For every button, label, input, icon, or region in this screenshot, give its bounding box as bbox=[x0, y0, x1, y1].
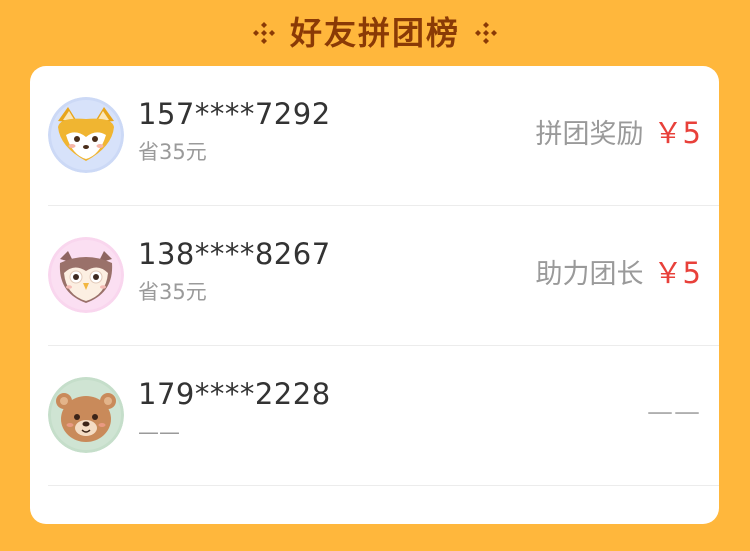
owl-avatar-icon bbox=[48, 237, 124, 313]
friend-phone: 138****8267 bbox=[138, 237, 331, 271]
reward-label: 拼团奖励 bbox=[535, 119, 644, 150]
reward-amount: ￥5 bbox=[653, 116, 701, 150]
friend-list-item[interactable]: 179****2228 —— —— bbox=[48, 346, 719, 486]
reward-amount: ￥5 bbox=[653, 256, 701, 290]
ranking-header: 好友拼团榜 bbox=[0, 0, 750, 66]
sparkle-right-icon bbox=[475, 22, 497, 44]
friend-reward: —— bbox=[647, 399, 701, 425]
friend-reward: 拼团奖励 ￥5 bbox=[535, 116, 701, 150]
friend-phone: 179****2228 bbox=[138, 377, 331, 411]
reward-empty-placeholder: —— bbox=[647, 397, 701, 427]
fox-avatar-icon bbox=[48, 97, 124, 173]
page-title: 好友拼团榜 bbox=[289, 14, 460, 52]
friend-group-ranking-page: 好友拼团榜 157****7292 省35元 拼团奖励 ￥5 138****82… bbox=[0, 0, 750, 551]
friend-saved-amount: 省35元 bbox=[138, 280, 207, 304]
friend-reward: 助力团长 ￥5 bbox=[535, 256, 701, 290]
sparkle-left-icon bbox=[252, 22, 275, 44]
friend-list-item[interactable]: 138****8267 省35元 助力团长 ￥5 bbox=[48, 206, 719, 346]
reward-label: 助力团长 bbox=[535, 259, 644, 290]
friend-list-card: 157****7292 省35元 拼团奖励 ￥5 138****8267 省35… bbox=[30, 66, 719, 524]
bear-avatar-icon bbox=[48, 377, 124, 453]
friend-saved-amount: —— bbox=[138, 420, 180, 444]
friend-saved-amount: 省35元 bbox=[138, 140, 207, 164]
friend-phone: 157****7292 bbox=[138, 97, 331, 131]
friend-list-item[interactable]: 157****7292 省35元 拼团奖励 ￥5 bbox=[48, 66, 719, 206]
